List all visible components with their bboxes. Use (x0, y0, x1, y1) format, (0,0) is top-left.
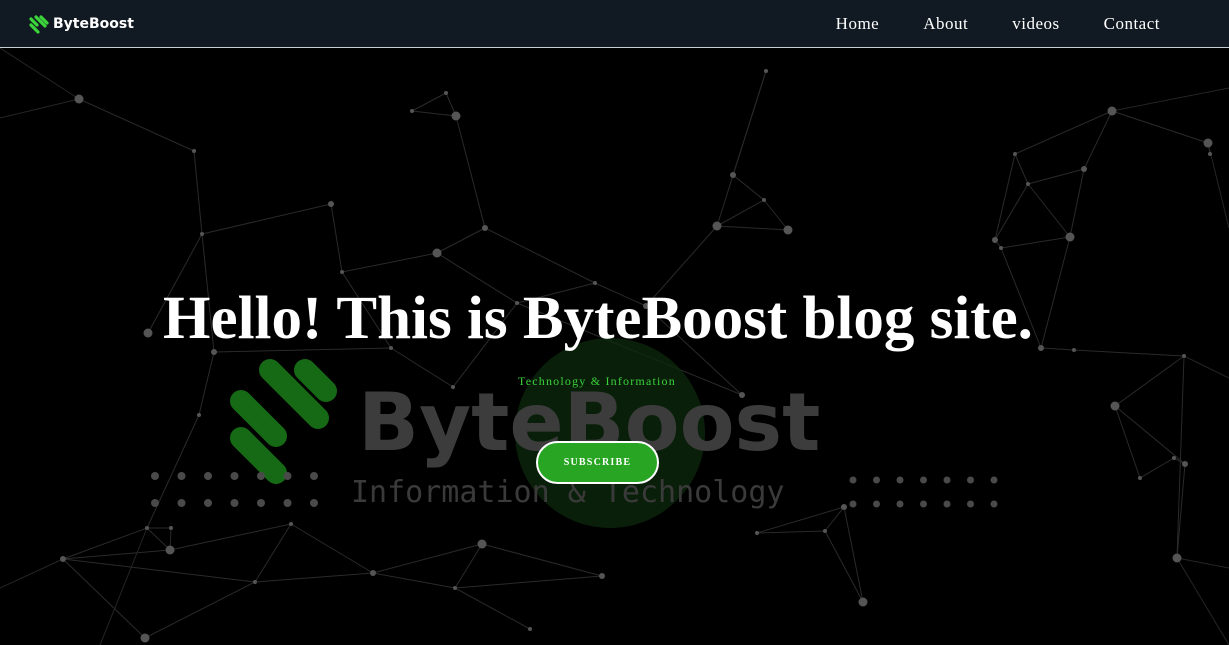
watermark-dot (177, 472, 186, 480)
nav-about-link[interactable]: About (923, 14, 968, 34)
watermark-dot (204, 499, 212, 507)
nav-contact-link[interactable]: Contact (1104, 14, 1160, 34)
watermark-dot (967, 500, 974, 508)
watermark-dot (967, 476, 974, 484)
watermark-dot (849, 500, 857, 508)
navbar: ByteBoost Home About videos Contact (0, 0, 1229, 48)
watermark-dot (896, 500, 904, 508)
watermark-dot (920, 476, 927, 484)
watermark-dot (151, 499, 159, 507)
watermark-dot (310, 472, 318, 480)
brand-logo[interactable]: ByteBoost (28, 13, 134, 35)
watermark-dot (990, 476, 998, 484)
watermark-dot (257, 472, 265, 480)
watermark-dot (849, 476, 857, 484)
watermark-dot (204, 472, 212, 480)
watermark-dot (943, 500, 951, 508)
watermark-dot (920, 500, 927, 508)
watermark-dot (257, 499, 265, 507)
watermark-dot (896, 476, 904, 484)
watermark-dot (177, 499, 186, 507)
watermark-dot (283, 472, 292, 480)
watermark-dot (873, 476, 880, 484)
watermark-dot (230, 499, 239, 507)
brand-name: ByteBoost (53, 16, 134, 32)
watermark-dots-right (849, 476, 998, 508)
watermark-dot (943, 476, 951, 484)
nav-home-link[interactable]: Home (836, 14, 880, 34)
watermark-dot (990, 500, 998, 508)
watermark-dot (283, 499, 292, 507)
byteboost-logo-icon (29, 15, 49, 34)
watermark-dot (230, 472, 239, 480)
hero-subtitle: Technology & Information (518, 374, 676, 388)
watermark-dot (151, 472, 159, 480)
watermark-dot (310, 499, 318, 507)
nav-videos-link[interactable]: videos (1012, 14, 1059, 34)
hero-title: Hello! This is ByteBoost blog site. (163, 285, 1033, 352)
subscribe-button[interactable]: SUBSCRIBE (536, 441, 659, 484)
main-nav: Home About videos Contact (836, 14, 1160, 34)
watermark-dots-left (151, 472, 318, 507)
hero-section: ByteBoost Information & Technology Hello… (0, 48, 1229, 645)
watermark-dot (873, 500, 880, 508)
